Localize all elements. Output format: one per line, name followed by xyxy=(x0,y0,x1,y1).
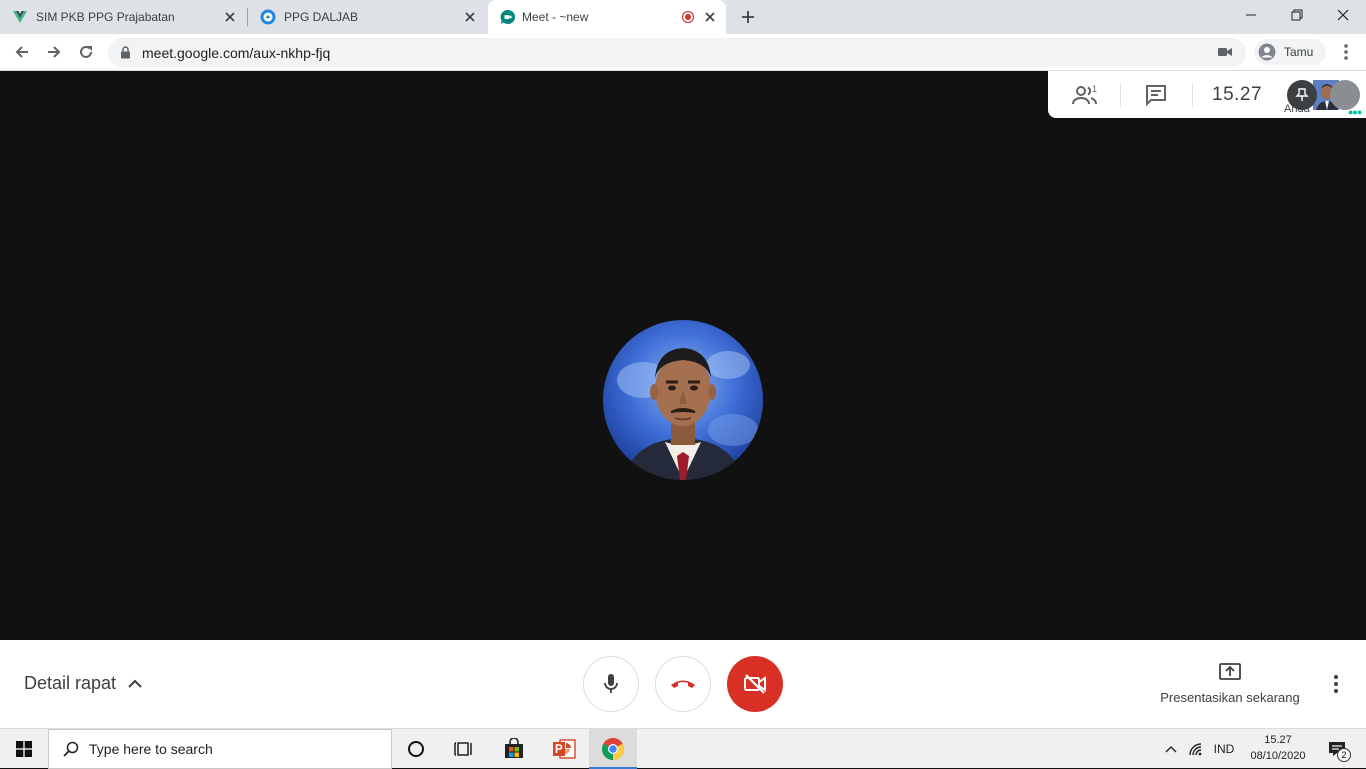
recording-indicator-icon xyxy=(682,11,694,23)
vue-v-icon xyxy=(12,9,28,25)
input-language-indicator[interactable]: IND xyxy=(1210,729,1238,769)
powerpoint-button[interactable] xyxy=(540,729,588,769)
kemdikbud-logo-icon xyxy=(260,9,276,25)
close-tab-icon[interactable] xyxy=(704,11,716,23)
divider xyxy=(1192,83,1193,107)
cortana-button[interactable] xyxy=(392,729,440,769)
participant-avatar xyxy=(1330,80,1360,110)
hang-up-icon xyxy=(671,680,695,688)
audio-level-dots-icon: ●●● xyxy=(1348,107,1362,117)
store-bag-icon xyxy=(505,738,523,758)
present-now-button[interactable]: Presentasikan sekarang xyxy=(1150,660,1310,710)
tab-title: PPG DALJAB xyxy=(284,10,359,24)
action-center-button[interactable]: 2 xyxy=(1320,729,1354,769)
chrome-icon xyxy=(602,738,624,760)
browser-toolbar: meet.google.com/aux-nkhp-fjq Tamu xyxy=(0,34,1366,71)
url-text[interactable]: meet.google.com/aux-nkhp-fjq xyxy=(142,45,330,61)
profile-button[interactable]: Tamu xyxy=(1254,39,1326,65)
search-icon xyxy=(63,741,79,757)
chat-button[interactable] xyxy=(1144,83,1170,107)
camera-toggle-button[interactable] xyxy=(727,656,783,712)
network-button[interactable] xyxy=(1184,729,1208,769)
chat-icon xyxy=(1146,85,1166,107)
meet-stage: 1 15.27 Anda ●●● xyxy=(0,71,1366,640)
forward-button[interactable] xyxy=(42,40,66,64)
participants-count: 1 xyxy=(1092,84,1098,94)
microphone-icon xyxy=(604,674,618,693)
end-call-button[interactable] xyxy=(655,656,711,712)
microsoft-store-button[interactable] xyxy=(490,729,538,769)
pin-icon xyxy=(1295,88,1309,101)
tab-title: SIM PKB PPG Prajabatan xyxy=(36,10,175,24)
arrow-left-icon xyxy=(15,46,28,58)
task-view-icon xyxy=(454,742,472,756)
close-tab-icon[interactable] xyxy=(224,11,236,23)
close-icon xyxy=(1337,9,1349,21)
address-bar[interactable]: meet.google.com/aux-nkhp-fjq xyxy=(108,38,1246,67)
reload-button[interactable] xyxy=(74,40,98,64)
powerpoint-icon xyxy=(553,739,576,759)
microphone-button[interactable] xyxy=(583,656,639,712)
meeting-details-label: Detail rapat xyxy=(24,673,117,693)
minimize-window-button[interactable] xyxy=(1228,0,1274,30)
meeting-details-button[interactable]: Detail rapat xyxy=(24,673,142,694)
participant-avatar-photo xyxy=(603,320,763,480)
google-meet-icon xyxy=(500,9,516,25)
new-tab-button[interactable] xyxy=(736,5,760,29)
taskbar-search[interactable] xyxy=(48,729,392,769)
present-screen-icon xyxy=(1218,662,1242,682)
self-preview-tile[interactable]: Anda ●●● xyxy=(1280,71,1366,118)
wifi-icon xyxy=(1189,743,1202,756)
kebab-menu-icon xyxy=(1334,675,1338,693)
tab-ppg-daljab[interactable]: PPG DALJAB xyxy=(248,0,486,34)
back-button[interactable] xyxy=(10,40,34,64)
restore-icon xyxy=(1291,9,1303,21)
search-input[interactable] xyxy=(89,741,369,757)
system-clock[interactable]: 15.27 08/10/2020 xyxy=(1238,732,1318,766)
close-tab-icon[interactable] xyxy=(464,11,476,23)
arrow-right-icon xyxy=(48,46,61,58)
notification-count: 2 xyxy=(1337,748,1351,762)
lock-icon xyxy=(120,46,131,59)
meet-top-panel: 1 15.27 Anda ●●● xyxy=(1048,71,1366,118)
self-label: Anda xyxy=(1284,103,1310,115)
task-view-button[interactable] xyxy=(440,729,488,769)
meet-bottom-bar: Detail rapat Presentasikan sekarang xyxy=(0,640,1366,728)
chevron-up-icon xyxy=(128,679,142,689)
profile-name: Tamu xyxy=(1284,45,1314,59)
restore-window-button[interactable] xyxy=(1274,0,1320,30)
windows-logo-icon xyxy=(16,741,32,757)
camera-in-use-icon[interactable] xyxy=(1218,47,1232,57)
plus-icon xyxy=(742,11,754,23)
camera-off-icon xyxy=(744,674,766,694)
system-date: 08/10/2020 xyxy=(1250,750,1306,762)
browser-tab-strip: SIM PKB PPG Prajabatan PPG DALJAB Meet -… xyxy=(0,0,1366,34)
system-time: 15.27 xyxy=(1264,734,1292,746)
present-now-label: Presentasikan sekarang xyxy=(1160,690,1300,705)
tab-meet[interactable]: Meet - ~new xyxy=(488,0,726,34)
tab-sim-pkb[interactable]: SIM PKB PPG Prajabatan xyxy=(0,0,246,34)
meeting-clock: 15.27 xyxy=(1212,84,1263,105)
windows-taskbar: IND 15.27 08/10/2020 2 xyxy=(0,728,1366,769)
divider xyxy=(1120,83,1121,107)
chevron-up-icon xyxy=(1165,746,1177,753)
reload-icon xyxy=(80,45,92,58)
browser-menu-button[interactable] xyxy=(1336,41,1356,63)
cortana-circle-icon xyxy=(408,741,424,757)
close-window-button[interactable] xyxy=(1320,0,1366,30)
chrome-taskbar-button[interactable] xyxy=(589,729,637,769)
guest-profile-icon xyxy=(1258,43,1276,61)
show-hidden-icons-button[interactable] xyxy=(1160,729,1182,769)
minimize-icon xyxy=(1246,14,1256,16)
tab-title: Meet - ~new xyxy=(522,10,589,24)
kebab-menu-icon xyxy=(1344,44,1348,60)
start-button[interactable] xyxy=(0,729,48,769)
more-options-button[interactable] xyxy=(1326,672,1346,696)
